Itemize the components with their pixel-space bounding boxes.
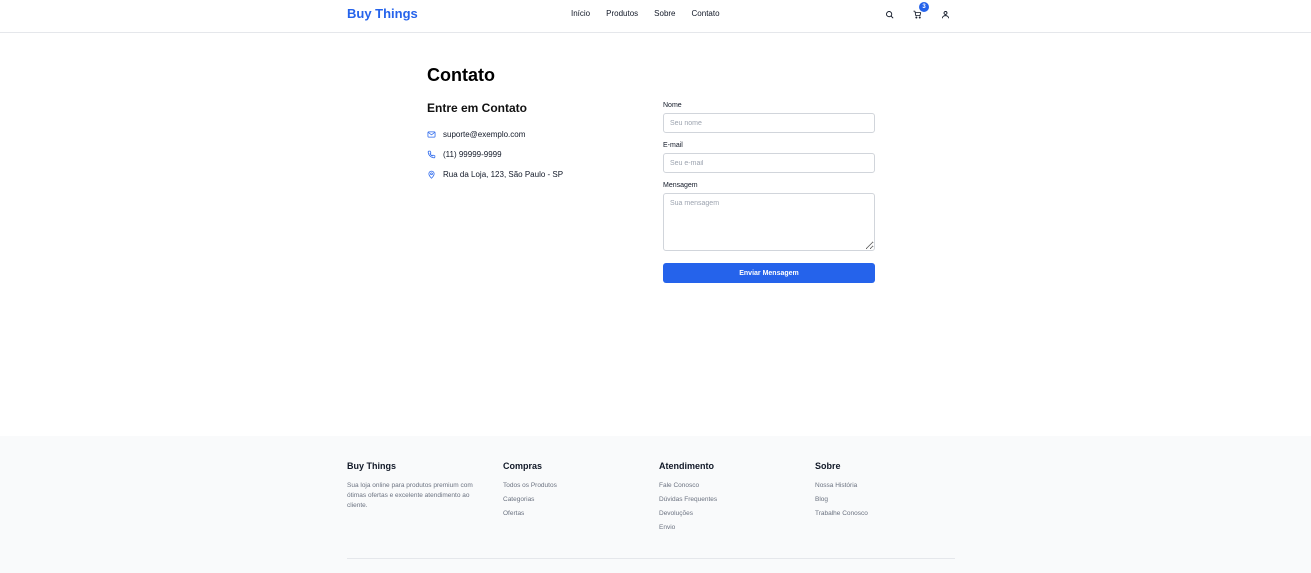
nav-sobre[interactable]: Sobre [654, 8, 675, 19]
footer-support-title: Atendimento [659, 461, 714, 471]
email-label: E-mail [663, 142, 683, 149]
user-icon[interactable] [939, 8, 951, 20]
contact-address: Rua da Loja, 123, São Paulo - SP [443, 170, 564, 179]
send-message-button[interactable]: Enviar Mensagem [663, 263, 875, 283]
footer-divider [347, 558, 955, 559]
footer-link-shipping[interactable]: Envio [659, 523, 717, 533]
name-label: Nome [663, 102, 682, 109]
contact-section-title: Entre em Contato [427, 101, 528, 115]
contact-phone-row: (11) 99999-9999 [427, 149, 502, 160]
contact-address-row: Rua da Loja, 123, São Paulo - SP [427, 169, 563, 180]
brand-logo[interactable]: Buy Things [347, 6, 418, 22]
footer-link-all-products[interactable]: Todos os Produtos [503, 481, 557, 491]
contact-phone: (11) 99999-9999 [443, 150, 502, 159]
footer-col-shop: Compras Todos os Produtos Categorias Ofe… [503, 461, 557, 523]
contact-email: suporte@exemplo.com [443, 130, 526, 139]
footer-shop-title: Compras [503, 461, 543, 471]
phone-icon [427, 150, 436, 159]
footer-brand: Buy Things [347, 461, 396, 471]
message-label: Mensagem [663, 182, 698, 189]
nav-produtos[interactable]: Produtos [606, 8, 638, 19]
footer-link-offers[interactable]: Ofertas [503, 509, 557, 519]
footer-col-about: Sobre Nossa História Blog Trabalhe Conos… [815, 461, 868, 523]
site-header: Buy Things Início Produtos Sobre Contato… [0, 0, 1311, 33]
footer-link-contact[interactable]: Fale Conosco [659, 481, 717, 491]
footer-about-title: Sobre [815, 461, 841, 471]
mail-icon [427, 131, 436, 138]
search-icon[interactable] [883, 8, 895, 20]
cart-count-badge: 3 [919, 2, 929, 12]
footer-link-faq[interactable]: Dúvidas Frequentes [659, 495, 717, 505]
footer-col-brand: Buy Things Sua loja online para produtos… [347, 461, 487, 511]
map-pin-icon [428, 170, 435, 179]
nav-contato[interactable]: Contato [692, 8, 720, 19]
site-footer: Buy Things Sua loja online para produtos… [0, 436, 1311, 573]
footer-col-support: Atendimento Fale Conosco Dúvidas Frequen… [659, 461, 717, 537]
name-input[interactable] [663, 113, 875, 133]
footer-link-returns[interactable]: Devoluções [659, 509, 717, 519]
main-nav: Início Produtos Sobre Contato [571, 8, 720, 19]
footer-link-categories[interactable]: Categorias [503, 495, 557, 505]
footer-link-our-story[interactable]: Nossa História [815, 481, 868, 491]
footer-link-careers[interactable]: Trabalhe Conosco [815, 509, 868, 519]
nav-inicio[interactable]: Início [571, 8, 590, 19]
footer-description: Sua loja online para produtos premium co… [347, 482, 473, 509]
message-textarea[interactable] [663, 193, 875, 251]
email-input[interactable] [663, 153, 875, 173]
footer-link-blog[interactable]: Blog [815, 495, 868, 505]
contact-email-row: suporte@exemplo.com [427, 129, 525, 140]
page-title: Contato [427, 65, 495, 85]
